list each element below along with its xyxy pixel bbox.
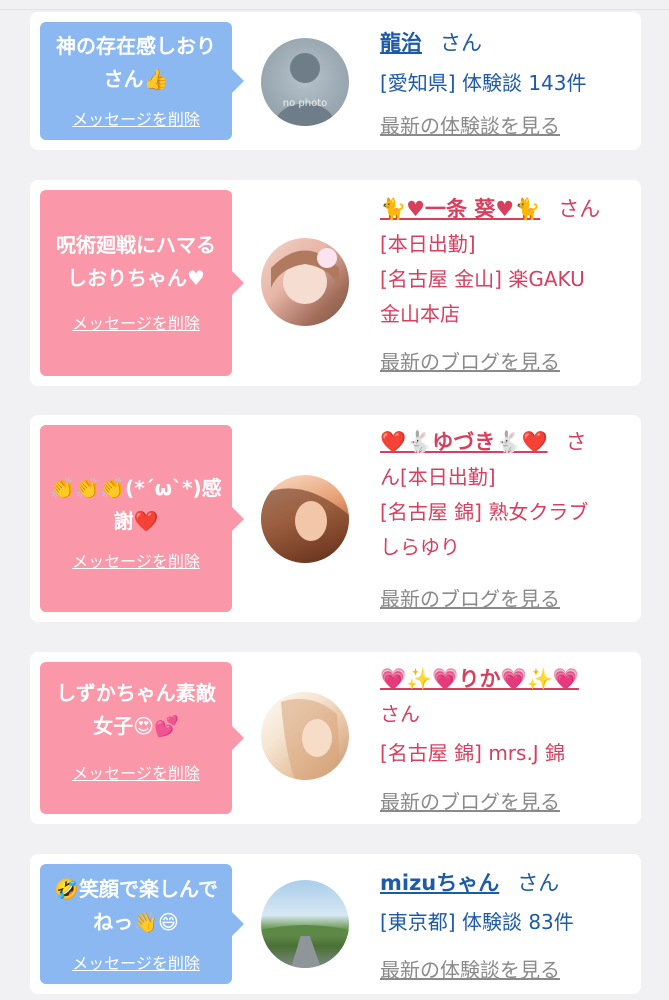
work-status: ん[本日出勤] bbox=[380, 465, 496, 489]
latest-blog-link[interactable]: 最新のブログを見る bbox=[380, 786, 560, 815]
user-name-link[interactable]: 💗✨💗りか💗✨💗 bbox=[380, 667, 579, 691]
honorific: さん bbox=[517, 871, 560, 895]
latest-blog-link[interactable]: 最新のブログを見る bbox=[380, 346, 560, 375]
user-info: ❤️🐇ゆづき🐇❤️ さ ん[本日出勤] [名古屋 錦] 熟女クラブ しらゆり bbox=[380, 425, 631, 565]
top-divider bbox=[0, 0, 669, 10]
message-text: 🤣笑顔で楽しんでねっ👋😄 bbox=[54, 877, 218, 934]
message-bubble: 🤣笑顔で楽しんでねっ👋😄 メッセージを削除 bbox=[40, 864, 244, 984]
user-name-link[interactable]: 龍治 bbox=[380, 31, 422, 55]
message-bubble: 👏👏👏(*´ω`*)感謝❤️ メッセージを削除 bbox=[40, 425, 244, 612]
work-status: [本日出勤] bbox=[380, 232, 476, 256]
honorific: さ bbox=[565, 430, 587, 454]
user-name-link[interactable]: 🐈♥一条 葵♥🐈 bbox=[380, 197, 540, 221]
profile-photo-icon bbox=[281, 698, 341, 780]
user-detail: [東京都] 体験談 83件 bbox=[380, 910, 574, 934]
shop-name: しらゆり bbox=[380, 535, 460, 559]
latest-review-link[interactable]: 最新の体験談を見る bbox=[380, 110, 560, 139]
message-text: 👏👏👏(*´ω`*)感謝❤️ bbox=[50, 476, 222, 533]
honorific: さん bbox=[440, 31, 482, 55]
user-name-link[interactable]: mizuちゃん bbox=[380, 871, 499, 895]
delete-message-link[interactable]: メッセージを削除 bbox=[40, 760, 232, 784]
message-card: しずかちゃん素敵女子😍💕 メッセージを削除 💗✨💗りか💗✨💗 さん [名古屋 錦… bbox=[30, 652, 641, 824]
avatar[interactable]: no photo bbox=[261, 38, 349, 126]
avatar[interactable] bbox=[261, 238, 349, 326]
user-info: 龍治 さん [愛知県] 体験談 143件 bbox=[380, 26, 631, 101]
latest-review-link[interactable]: 最新の体験談を見る bbox=[380, 954, 560, 983]
message-card: 呪術廻戦にハマるしおりちゃん♥ メッセージを削除 🐈♥一条 葵♥🐈 さん [本日出… bbox=[30, 180, 641, 386]
message-text: しずかちゃん素敵女子😍💕 bbox=[56, 681, 216, 738]
avatar[interactable] bbox=[261, 692, 349, 780]
message-bubble: 神の存在感しおりさん👍 メッセージを削除 bbox=[40, 22, 244, 140]
avatar[interactable] bbox=[261, 880, 349, 968]
delete-message-link[interactable]: メッセージを削除 bbox=[40, 310, 232, 334]
avatar[interactable] bbox=[261, 475, 349, 563]
profile-photo-icon bbox=[271, 248, 339, 304]
message-card: 👏👏👏(*´ω`*)感謝❤️ メッセージを削除 ❤️🐇ゆづき🐇❤️ さ ん[本日出… bbox=[30, 415, 641, 622]
message-card: 神の存在感しおりさん👍 メッセージを削除 no photo 龍治 さん [愛知県]… bbox=[30, 12, 641, 150]
message-text: 神の存在感しおりさん👍 bbox=[56, 34, 216, 91]
honorific: さん bbox=[558, 197, 601, 221]
user-info: 💗✨💗りか💗✨💗 さん [名古屋 錦] mrs.J 錦 bbox=[380, 662, 631, 771]
user-detail: [愛知県] 体験談 143件 bbox=[380, 71, 587, 95]
user-name-link[interactable]: ❤️🐇ゆづき🐇❤️ bbox=[380, 430, 548, 454]
shop-name: 金山本店 bbox=[380, 302, 460, 326]
shop-location: [名古屋 錦] mrs.J 錦 bbox=[380, 741, 566, 765]
honorific: さん bbox=[380, 702, 420, 726]
message-card: 🤣笑顔で楽しんでねっ👋😄 メッセージを削除 mizuちゃん さん [東京都] 体験… bbox=[30, 854, 641, 994]
no-photo-placeholder-icon: no photo bbox=[275, 53, 335, 126]
message-text: 呪術廻戦にハマるしおりちゃん♥ bbox=[56, 233, 216, 290]
user-info: mizuちゃん さん [東京都] 体験談 83件 bbox=[380, 866, 631, 940]
latest-blog-link[interactable]: 最新のブログを見る bbox=[380, 583, 560, 612]
profile-photo-icon bbox=[261, 488, 349, 563]
shop-location: [名古屋 金山] 楽GAKU bbox=[380, 267, 585, 291]
user-info: 🐈♥一条 葵♥🐈 さん [本日出勤] [名古屋 金山] 楽GAKU 金山本店 bbox=[380, 192, 631, 332]
landscape-photo-icon bbox=[261, 925, 349, 968]
message-bubble: 呪術廻戦にハマるしおりちゃん♥ メッセージを削除 bbox=[40, 190, 244, 376]
delete-message-link[interactable]: メッセージを削除 bbox=[40, 950, 232, 974]
delete-message-link[interactable]: メッセージを削除 bbox=[40, 548, 232, 572]
shop-location: [名古屋 錦] 熟女クラブ bbox=[380, 500, 589, 524]
delete-message-link[interactable]: メッセージを削除 bbox=[40, 106, 232, 130]
message-bubble: しずかちゃん素敵女子😍💕 メッセージを削除 bbox=[40, 662, 244, 814]
svg-text:no photo: no photo bbox=[283, 98, 327, 109]
